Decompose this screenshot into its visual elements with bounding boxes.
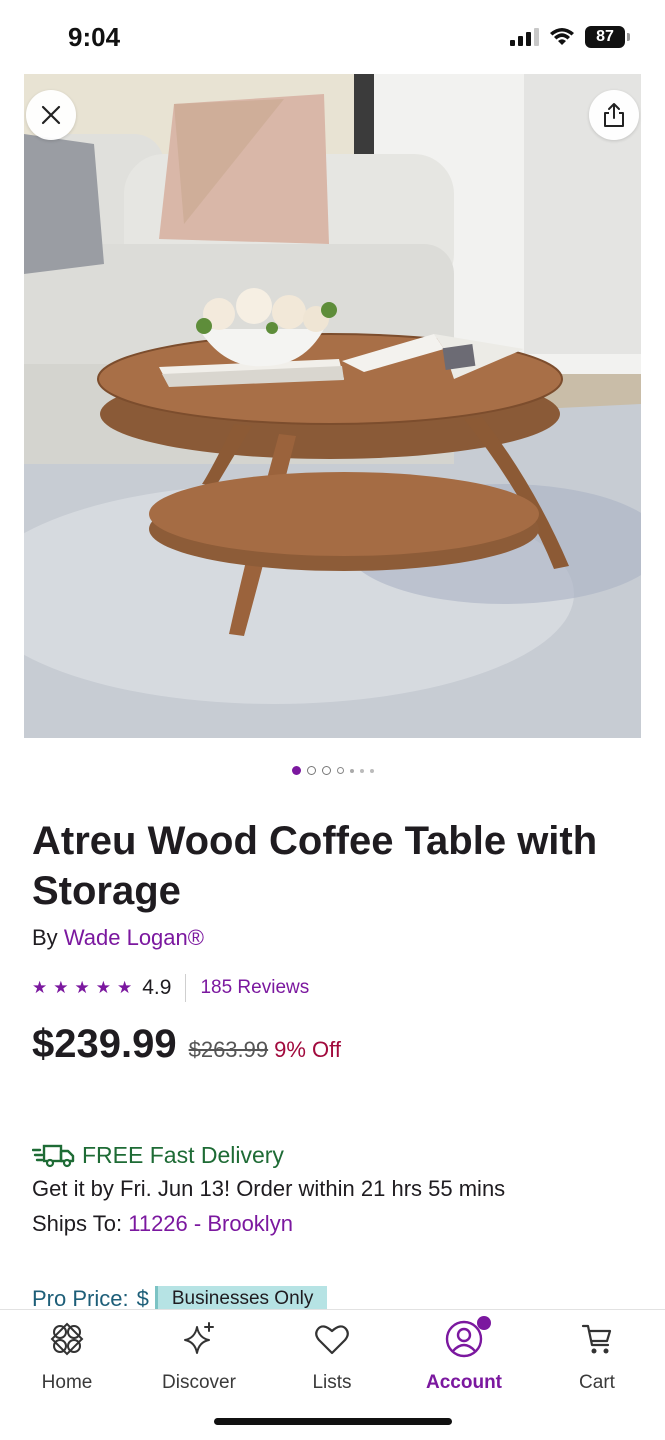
tab-cart[interactable]: Cart xyxy=(542,1320,652,1394)
home-icon xyxy=(48,1320,86,1358)
delivery-eta: Get it by Fri. Jun 13! Order within 21 h… xyxy=(32,1176,506,1201)
rating-stars: ★ ★ ★ ★ ★ xyxy=(32,978,132,998)
sparkle-icon xyxy=(180,1320,218,1358)
wifi-icon xyxy=(550,28,574,45)
status-bar: 9:04 87 xyxy=(0,0,665,74)
byline: By Wade Logan® xyxy=(32,925,204,951)
pagination-dot[interactable] xyxy=(369,768,374,773)
star-icon: ★ xyxy=(74,978,90,997)
star-icon: ★ xyxy=(32,978,48,997)
delivery-header: FREE Fast Delivery xyxy=(32,1140,505,1170)
image-pagination xyxy=(0,766,665,775)
tab-home[interactable]: Home xyxy=(12,1320,122,1394)
original-price: $263.99 xyxy=(188,1037,269,1062)
pagination-dot[interactable] xyxy=(321,766,331,775)
home-indicator[interactable] xyxy=(214,1418,452,1425)
star-icon: ★ xyxy=(95,978,111,997)
account-icon xyxy=(445,1316,491,1358)
tab-account[interactable]: Account xyxy=(409,1316,519,1394)
close-button[interactable] xyxy=(26,90,76,140)
star-icon: ★ xyxy=(53,978,69,997)
share-icon xyxy=(604,103,624,127)
businesses-only-badge[interactable]: Businesses Only xyxy=(154,1286,328,1310)
byline-prefix: By xyxy=(32,925,58,950)
ships-to-location[interactable]: 11226 - Brooklyn xyxy=(128,1211,293,1236)
tab-label: Lists xyxy=(312,1372,352,1393)
reviews-link[interactable]: 185 Reviews xyxy=(200,977,309,999)
tab-discover[interactable]: Discover xyxy=(144,1320,254,1394)
current-price: $239.99 xyxy=(32,1022,177,1066)
discount-label: 9% Off xyxy=(274,1037,341,1062)
heart-icon xyxy=(313,1320,351,1358)
tab-label: Cart xyxy=(579,1372,615,1393)
cart-icon xyxy=(578,1320,616,1358)
pro-price-row: Pro Price: $ Businesses Only xyxy=(32,1286,328,1310)
star-icon: ★ xyxy=(117,978,133,997)
close-icon xyxy=(41,105,61,125)
product-photo xyxy=(24,74,641,738)
tab-label: Home xyxy=(41,1372,93,1393)
pagination-dot[interactable] xyxy=(306,766,316,775)
pagination-dot[interactable] xyxy=(359,768,364,773)
brand-link[interactable]: Wade Logan® xyxy=(64,925,204,950)
price-row: $239.99 $263.99 9% Off xyxy=(32,1022,341,1067)
pagination-dot[interactable] xyxy=(336,767,344,774)
product-image[interactable] xyxy=(24,74,641,738)
rating-row[interactable]: ★ ★ ★ ★ ★ 4.9 185 Reviews xyxy=(32,973,309,1003)
delivery-title: FREE Fast Delivery xyxy=(82,1141,284,1168)
tab-label: Discover xyxy=(162,1372,236,1393)
status-icons: 87 xyxy=(510,26,630,48)
divider xyxy=(185,974,187,1002)
ships-to: Ships To: 11226 - Brooklyn xyxy=(32,1206,505,1242)
tab-label: Account xyxy=(426,1372,502,1393)
share-button[interactable] xyxy=(589,90,639,140)
delivery-truck-icon xyxy=(32,1144,75,1168)
pagination-dot[interactable] xyxy=(349,768,354,773)
product-title: Atreu Wood Coffee Table with Storage xyxy=(32,819,598,913)
pagination-dot-active[interactable] xyxy=(291,766,301,775)
status-time: 9:04 xyxy=(68,22,121,52)
ships-to-label: Ships To: xyxy=(32,1211,123,1236)
pro-price-currency: $ xyxy=(136,1286,149,1310)
tab-lists[interactable]: Lists xyxy=(277,1320,387,1394)
battery-icon: 87 xyxy=(585,26,630,48)
rating-value: 4.9 xyxy=(142,976,172,999)
pro-price-label: Pro Price: xyxy=(32,1286,129,1310)
signal-icon xyxy=(510,28,539,46)
delivery-info: FREE Fast Delivery Get it by Fri. Jun 13… xyxy=(32,1140,505,1242)
notification-dot xyxy=(477,1316,491,1330)
